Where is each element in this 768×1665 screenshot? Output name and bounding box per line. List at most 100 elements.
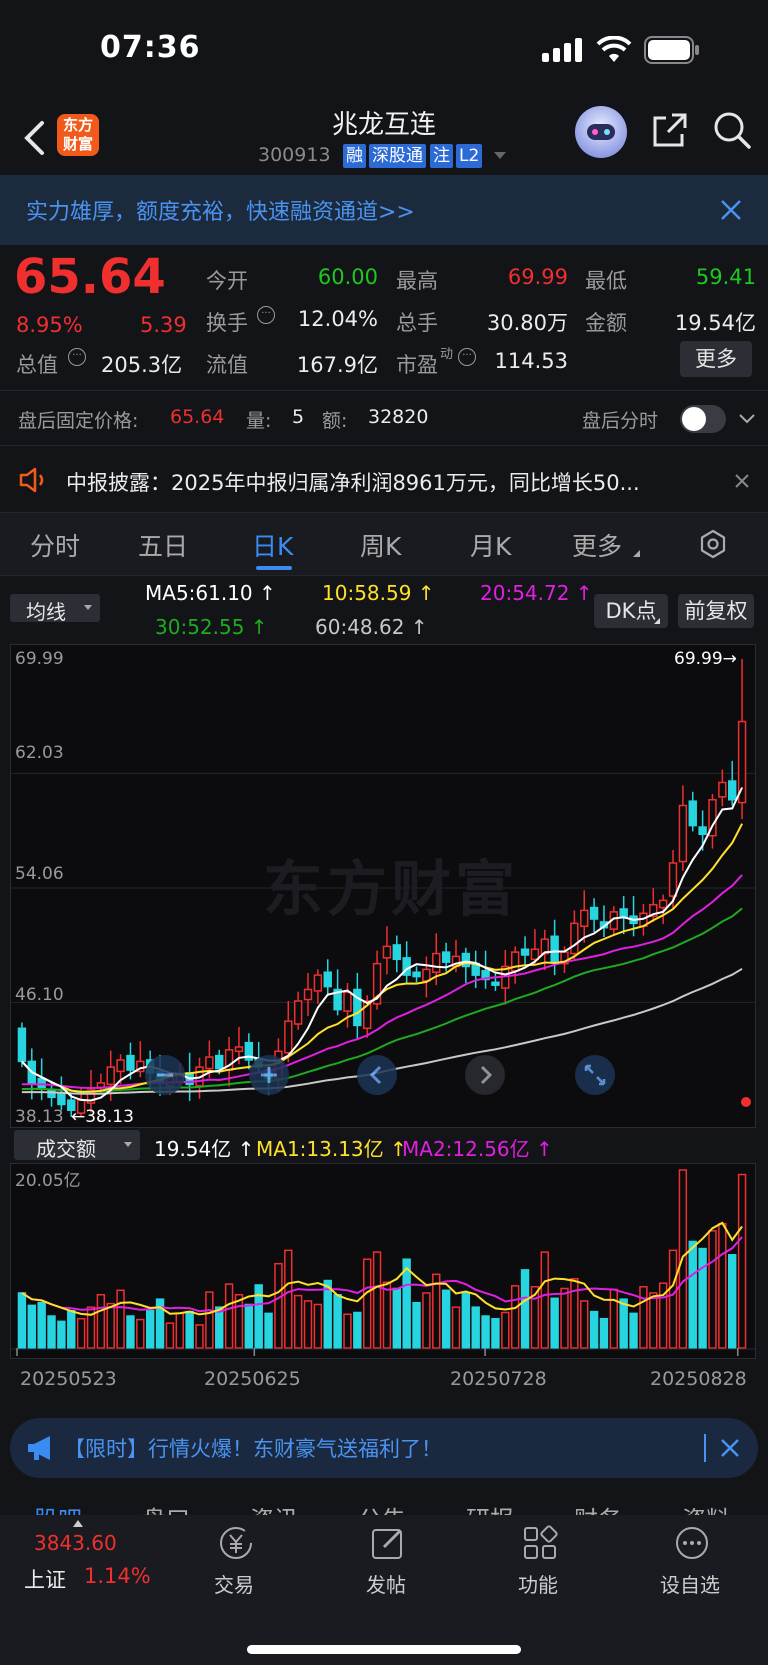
tab-daily-k[interactable]: 日K	[252, 527, 293, 563]
close-icon[interactable]	[720, 199, 742, 221]
bottom-toolbar: 3843.60 上证 1.14% 交易 发帖 功能 设自选	[0, 1515, 768, 1665]
zoom-in-button[interactable]	[249, 1055, 289, 1095]
candle-body	[491, 981, 500, 986]
tab-intraday[interactable]: 分时	[30, 527, 80, 563]
financing-banner[interactable]: 实力雄厚，额度充裕，快速融资通道>>	[0, 175, 768, 245]
volume-bar	[461, 1292, 471, 1349]
chevron-right-icon[interactable]	[465, 1055, 505, 1095]
tab-five-day[interactable]: 五日	[138, 527, 188, 563]
share-icon[interactable]	[652, 112, 688, 148]
index-value: 3843.60	[34, 1531, 117, 1555]
tab-news[interactable]: 资讯	[250, 1500, 298, 1516]
settings-gear-icon[interactable]	[698, 529, 728, 559]
volume-bar	[619, 1298, 628, 1349]
caret-down-icon[interactable]	[494, 152, 506, 159]
chevron-left-icon[interactable]	[357, 1055, 397, 1095]
volume-bar	[96, 1293, 106, 1349]
status-bar: 07:36	[0, 0, 768, 100]
index-widget[interactable]: 3843.60 上证 1.14%	[0, 1515, 160, 1615]
candle-body	[293, 1000, 303, 1025]
candle-body	[570, 922, 579, 955]
promo-divider	[704, 1434, 706, 1462]
volume-bar	[501, 1311, 510, 1349]
volume-bar	[47, 1315, 56, 1349]
live-dot	[741, 1097, 751, 1107]
tab-more[interactable]: 更多	[572, 527, 622, 563]
candle-body	[303, 988, 313, 1001]
ma-selector[interactable]: 均线	[10, 594, 100, 624]
watchlist-button[interactable]: 设自选	[652, 1525, 732, 1605]
chevron-down-icon[interactable]	[738, 411, 756, 425]
promo-banner[interactable]: 【限时】行情火爆！东财豪气送福利了！	[10, 1418, 758, 1478]
candle-body	[47, 1089, 56, 1099]
candle-body	[382, 945, 392, 959]
ma10-value: 10:58.59 ↑	[322, 581, 435, 605]
more-button[interactable]: 更多	[680, 341, 752, 377]
y-tick-label: 69.99	[15, 649, 64, 669]
tab-monthly-k[interactable]: 月K	[470, 527, 511, 563]
candle-body	[580, 909, 589, 927]
volume-bar	[422, 1292, 431, 1349]
volume-selector[interactable]: 成交额	[14, 1130, 140, 1161]
low-label: 最低	[585, 269, 627, 293]
volume-chart[interactable]: 20.05亿	[10, 1163, 756, 1359]
dk-point-button[interactable]: DK点	[594, 594, 668, 628]
volume-bar	[570, 1278, 579, 1349]
info-icon[interactable]: ···	[458, 348, 476, 366]
candle-body	[323, 971, 332, 988]
volume-bar	[175, 1312, 184, 1349]
close-icon[interactable]	[720, 1438, 740, 1458]
info-icon[interactable]: ···	[68, 348, 86, 366]
zoom-out-button[interactable]	[145, 1055, 185, 1095]
candle-body	[441, 951, 451, 963]
yen-circle-icon	[218, 1525, 254, 1561]
candle-body	[57, 1092, 66, 1106]
volume-bar	[668, 1249, 678, 1349]
volume-bar	[402, 1258, 411, 1349]
volume-bar	[382, 1281, 392, 1349]
volume-bar	[589, 1310, 599, 1349]
volume-bar	[737, 1173, 747, 1349]
volume-bar	[550, 1297, 559, 1349]
candle-body	[234, 1046, 244, 1053]
tab-forum[interactable]: 股吧	[34, 1500, 82, 1516]
search-icon[interactable]	[712, 110, 752, 150]
kline-chart[interactable]: 东方财富 69.99 62.03 54.06 46.10 38.13 69.99…	[10, 644, 756, 1128]
ma60-value: 60:48.62 ↑	[315, 615, 428, 639]
tab-profile[interactable]: 资料	[682, 1500, 730, 1516]
volume-bar	[441, 1289, 451, 1349]
report-notice[interactable]: 中报披露：2025年中报归属净利润8961万元，同比增长50...	[0, 452, 768, 512]
tab-orderbook[interactable]: 盘口	[142, 1500, 190, 1516]
open-value: 60.00	[317, 265, 378, 289]
volume-bar	[510, 1285, 520, 1349]
volume-bar	[540, 1251, 549, 1349]
pe-label: 市盈	[396, 353, 438, 377]
post-button[interactable]: 发帖	[348, 1525, 428, 1605]
fullscreen-icon[interactable]	[575, 1055, 615, 1095]
candle-body	[678, 804, 688, 863]
candle-body	[550, 935, 559, 963]
tab-research[interactable]: 研报	[466, 1500, 514, 1516]
y-tick-label: 38.13	[15, 1107, 64, 1127]
adjust-button[interactable]: 前复权	[678, 594, 754, 628]
volume-bar	[284, 1249, 293, 1349]
robot-avatar-icon[interactable]	[575, 106, 627, 158]
candle-body	[422, 968, 431, 982]
tab-weekly-k[interactable]: 周K	[360, 527, 401, 563]
afterhours-toggle[interactable]	[680, 405, 726, 433]
trade-button[interactable]: 交易	[196, 1525, 276, 1605]
volume-bar	[215, 1306, 224, 1349]
volume-selector-label: 成交额	[36, 1137, 96, 1161]
watchlist-label: 设自选	[660, 1573, 720, 1597]
tab-announcements[interactable]: 公告	[358, 1500, 406, 1516]
functions-button[interactable]: 功能	[500, 1525, 580, 1605]
amount-value: 19.54亿	[674, 311, 756, 335]
volume-bar	[491, 1317, 500, 1349]
afterhours-row: 盘后固定价格: 65.64 量: 5 额: 32820 盘后分时	[0, 390, 768, 446]
post-label: 发帖	[366, 1573, 406, 1597]
info-icon[interactable]: ···	[257, 306, 275, 324]
close-icon[interactable]	[734, 473, 750, 489]
float-value: 167.9亿	[296, 353, 378, 377]
tab-financials[interactable]: 财务	[574, 1500, 622, 1516]
volume-bar	[264, 1312, 273, 1349]
